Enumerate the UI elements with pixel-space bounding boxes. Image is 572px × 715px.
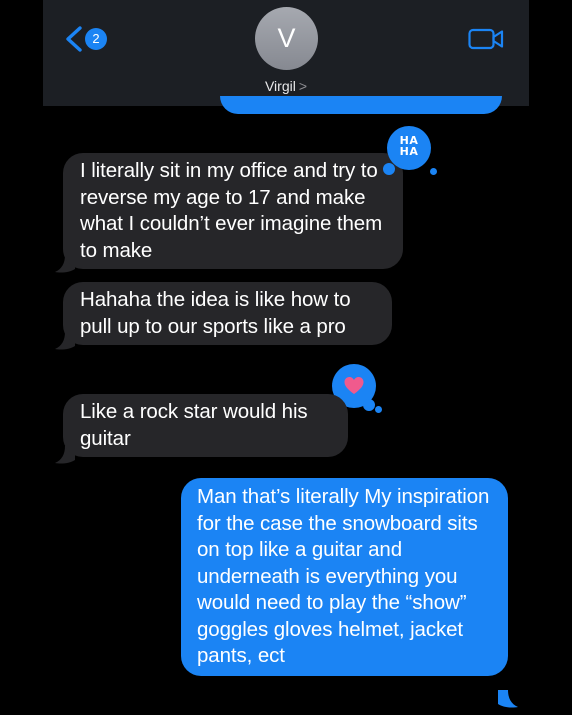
message-text: Hahaha the idea is like how to pull up t… — [80, 288, 351, 338]
chevron-left-icon — [66, 26, 82, 52]
bubble-tail — [498, 690, 518, 708]
tapback-dot-small — [375, 406, 382, 413]
previous-message-bubble-edge — [220, 96, 502, 114]
video-call-icon[interactable] — [468, 27, 504, 51]
chevron-right-icon: > — [298, 78, 308, 94]
contact-avatar[interactable]: V — [255, 7, 318, 70]
conversation-header: 2 V Virgil > — [43, 0, 529, 106]
contact-name-button[interactable]: Virgil > — [236, 78, 336, 94]
message-text: Like a rock star would his guitar — [80, 400, 308, 450]
haha-reaction-icon: HA HA — [387, 135, 431, 157]
haha-reaction-label: HA HA — [399, 134, 419, 158]
incoming-message-bubble[interactable]: Like a rock star would his guitar — [63, 394, 348, 457]
unread-count-badge: 2 — [85, 28, 107, 50]
incoming-message-bubble[interactable]: Hahaha the idea is like how to pull up t… — [63, 282, 392, 345]
outgoing-message-bubble[interactable]: Man that’s literally My inspiration for … — [181, 478, 508, 676]
back-button[interactable]: 2 — [63, 22, 109, 56]
heart-reaction-icon — [344, 377, 364, 394]
tapback-dot-small — [430, 168, 437, 175]
haha-reaction-badge[interactable]: HA HA — [387, 126, 431, 170]
contact-name: Virgil — [264, 78, 296, 94]
incoming-message-bubble[interactable]: I literally sit in my office and try to … — [63, 153, 403, 269]
tapback-dot — [383, 163, 395, 175]
message-text: Man that’s literally My inspiration for … — [197, 485, 490, 667]
message-text: I literally sit in my office and try to … — [80, 159, 383, 262]
tapback-dot — [363, 399, 375, 411]
